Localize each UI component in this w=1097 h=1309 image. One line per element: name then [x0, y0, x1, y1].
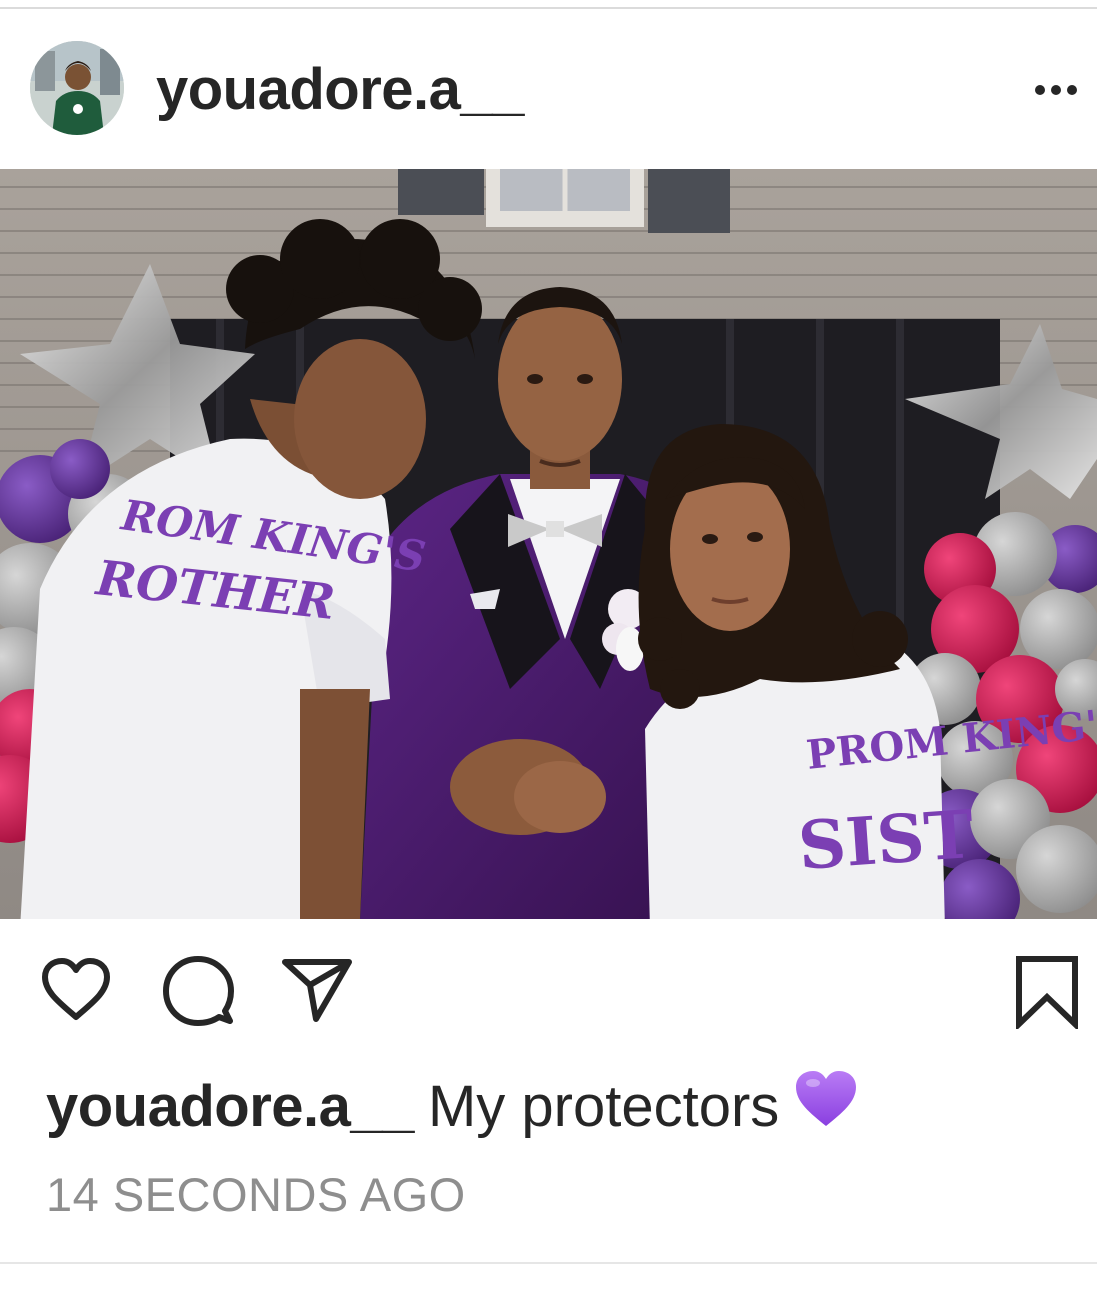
share-button[interactable]: [280, 957, 354, 1023]
heart-outline-icon: [42, 958, 110, 1020]
comment-bubble-icon: [163, 956, 234, 1026]
right-shirt-line2: SIST: [796, 795, 976, 885]
caption-text: My protectors: [427, 1074, 780, 1139]
purple-heart-emoji: [793, 1068, 859, 1146]
paper-plane-icon: [282, 959, 352, 1022]
more-options-button[interactable]: [1026, 75, 1086, 105]
post-header: youadore.a__: [0, 9, 1097, 169]
like-button[interactable]: [40, 957, 112, 1023]
post-username[interactable]: youadore.a__: [156, 55, 524, 125]
post-caption: youadore.a__ My protectors: [46, 1070, 1066, 1146]
more-horizontal-icon: [1035, 85, 1077, 95]
bottom-divider: [0, 1262, 1097, 1264]
action-bar: [0, 919, 1097, 1059]
save-button[interactable]: [1014, 955, 1080, 1029]
avatar[interactable]: [30, 41, 124, 135]
comment-button[interactable]: [162, 955, 234, 1027]
post-timestamp: 14 SECONDS AGO: [46, 1168, 466, 1221]
caption-username[interactable]: youadore.a__: [46, 1074, 414, 1139]
bookmark-icon: [1016, 956, 1078, 1029]
post-photo[interactable]: ROM KING'S ROTHER PROM KING' SIST: [0, 169, 1097, 919]
